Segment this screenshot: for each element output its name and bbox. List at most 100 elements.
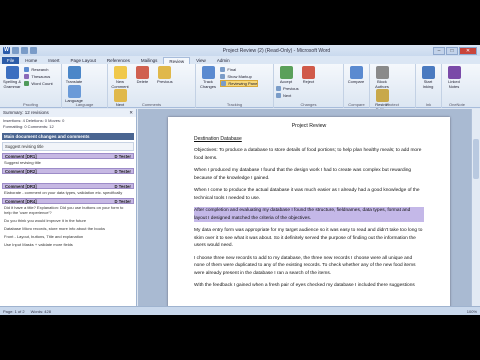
document-heading: Destination Database [194, 136, 242, 142]
tab-home[interactable]: Home [20, 57, 42, 64]
paragraph: When I come to produce the actual databa… [194, 188, 420, 201]
word-count-button[interactable]: Word Count [24, 80, 53, 87]
comment-id: Comment [DR4] [5, 199, 37, 204]
tab-view[interactable]: View [191, 57, 211, 64]
comment-text[interactable]: Database Micro records, store more info … [2, 225, 134, 232]
group-proofing: Spelling & Grammar Research Thesaurus Wo… [0, 64, 62, 108]
reviewing-pane-header: Summary: 12 revisions ✕ [0, 109, 136, 117]
minimize-button[interactable]: – [433, 46, 445, 55]
spelling-button[interactable]: Spelling & Grammar [2, 66, 22, 89]
block-authors-icon [375, 66, 389, 79]
pane-close-icon[interactable]: ✕ [129, 109, 133, 117]
comment-body[interactable]: Elaborate - comment on your data types, … [2, 189, 134, 196]
pen-icon [421, 66, 435, 79]
previous-comment-button[interactable]: Previous [155, 66, 175, 85]
final-dropdown[interactable]: Final [220, 66, 258, 73]
next-change-button[interactable]: Next [276, 92, 299, 99]
main-document-section: Main document changes and comments [2, 133, 134, 140]
comment-text[interactable]: Use Input Masks + validate more fields [2, 241, 134, 248]
page-count[interactable]: Page: 1 of 2 [3, 309, 25, 314]
linked-notes-button[interactable]: Linked Notes [444, 66, 464, 89]
scrollbar-thumb[interactable] [473, 139, 479, 179]
comment-author: D Tester [114, 199, 131, 204]
word-count[interactable]: Words: 428 [31, 309, 51, 314]
tab-mailings[interactable]: Mailings [136, 57, 163, 64]
show-markup-button[interactable]: Show Markup [220, 73, 258, 80]
comment-body[interactable]: Suggest revising title [2, 159, 134, 166]
maximize-button[interactable]: □ [446, 46, 458, 55]
track-changes-icon [201, 66, 215, 79]
tab-insert[interactable]: Insert [43, 57, 64, 64]
accept-button[interactable]: Accept [276, 66, 296, 85]
word-logo-icon: W [3, 47, 10, 54]
window-title: Project Review (2) (Read-Only) - Microso… [222, 47, 331, 54]
group-comments: New Comment Delete Previous Next Comment… [108, 64, 196, 108]
comment-author: D Tester [114, 184, 131, 189]
document-area: Project Review Destination Database Obje… [138, 109, 480, 306]
thesaurus-button[interactable]: Thesaurus [24, 73, 52, 80]
previous-comment-icon [158, 66, 172, 79]
translate-button[interactable]: Translate [64, 66, 84, 85]
change-nav: Previous Next [276, 85, 299, 99]
paragraph: When I produced my database I found that… [194, 168, 412, 181]
comment-author: D Tester [114, 169, 131, 174]
page-title: Project Review [291, 123, 327, 129]
tab-file[interactable]: File [2, 57, 20, 64]
previous-change-button[interactable]: Previous [276, 85, 299, 92]
document-page[interactable]: Project Review Destination Database Obje… [168, 117, 450, 306]
group-language: Translate Language Language [62, 64, 108, 108]
group-protect: Block Authors Restrict Editing Protect [370, 64, 416, 111]
reject-button[interactable]: Reject [298, 66, 318, 85]
tab-admin[interactable]: Admin [212, 57, 235, 64]
start-inking-button[interactable]: Start Inking [418, 66, 438, 89]
compare-button[interactable]: Compare [346, 66, 366, 85]
language-button[interactable]: Language [64, 84, 84, 104]
research-button[interactable]: Research [24, 66, 52, 73]
delete-comment-button[interactable]: Delete [132, 66, 152, 85]
next-comment-icon [113, 89, 127, 102]
lock-icon [375, 89, 389, 102]
display-icon [220, 67, 226, 72]
revision-counts: Insertions: 4 Deletions: 0 Moves: 0 Form… [0, 117, 136, 131]
next-change-icon [276, 92, 281, 98]
group-ink: Start Inking Ink [416, 64, 442, 108]
onenote-icon [447, 66, 461, 79]
word-window: W Project Review (2) (Read-Only) - Micro… [0, 45, 480, 315]
vertical-scrollbar[interactable] [471, 109, 480, 306]
compare-icon [349, 66, 363, 79]
comment-id: Comment [DR2] [5, 169, 37, 174]
reviewing-pane: Summary: 12 revisions ✕ Insertions: 4 De… [0, 109, 137, 306]
save-icon[interactable] [12, 47, 19, 54]
undo-icon[interactable] [21, 47, 28, 54]
highlighted-paragraph: After completion and evaluating my datab… [194, 207, 424, 222]
status-bar: Page: 1 of 2 Words: 428 100% [0, 306, 480, 315]
comment-body[interactable] [2, 174, 134, 181]
revision-summary: Summary: 12 revisions [3, 110, 49, 115]
paragraph: Objectives: To produce a database to sto… [194, 148, 422, 161]
new-comment-button[interactable]: New Comment [110, 66, 130, 89]
tab-review[interactable]: Review [163, 57, 191, 64]
translate-icon [67, 66, 81, 79]
abc-check-icon [5, 66, 19, 79]
accept-icon [279, 66, 293, 79]
track-changes-button[interactable]: Track Changes [198, 66, 218, 89]
tab-references[interactable]: References [102, 57, 135, 64]
comment-id: Comment [DR3] [5, 184, 37, 189]
title-bar: W Project Review (2) (Read-Only) - Micro… [0, 45, 480, 56]
comment-body[interactable]: Did it have a title? Explanation: Did yo… [2, 204, 134, 216]
tracking-options: Final Show Markup Reviewing Pane [220, 66, 259, 87]
comment-text[interactable]: Do you think you would improve it in the… [2, 217, 134, 224]
comment-text[interactable]: Front - Layout, buttons, Title and expla… [2, 233, 134, 240]
reviewing-pane-button[interactable]: Reviewing Pane [220, 80, 259, 87]
paragraph: I choose three new records to add to my … [194, 255, 416, 276]
group-changes: Accept Reject Previous Next Changes [274, 64, 344, 108]
redo-icon[interactable] [30, 47, 37, 54]
close-button[interactable]: ✕ [459, 46, 477, 55]
word-count-icon [24, 81, 30, 86]
new-comment-icon [113, 66, 127, 79]
group-tracking: Track Changes Final Show Markup Reviewin… [196, 64, 274, 108]
zoom-level[interactable]: 100% [467, 309, 477, 314]
proofing-small-buttons: Research Thesaurus Word Count [24, 66, 53, 87]
tab-page-layout[interactable]: Page Layout [66, 57, 101, 64]
block-authors-button[interactable]: Block Authors [372, 66, 392, 89]
